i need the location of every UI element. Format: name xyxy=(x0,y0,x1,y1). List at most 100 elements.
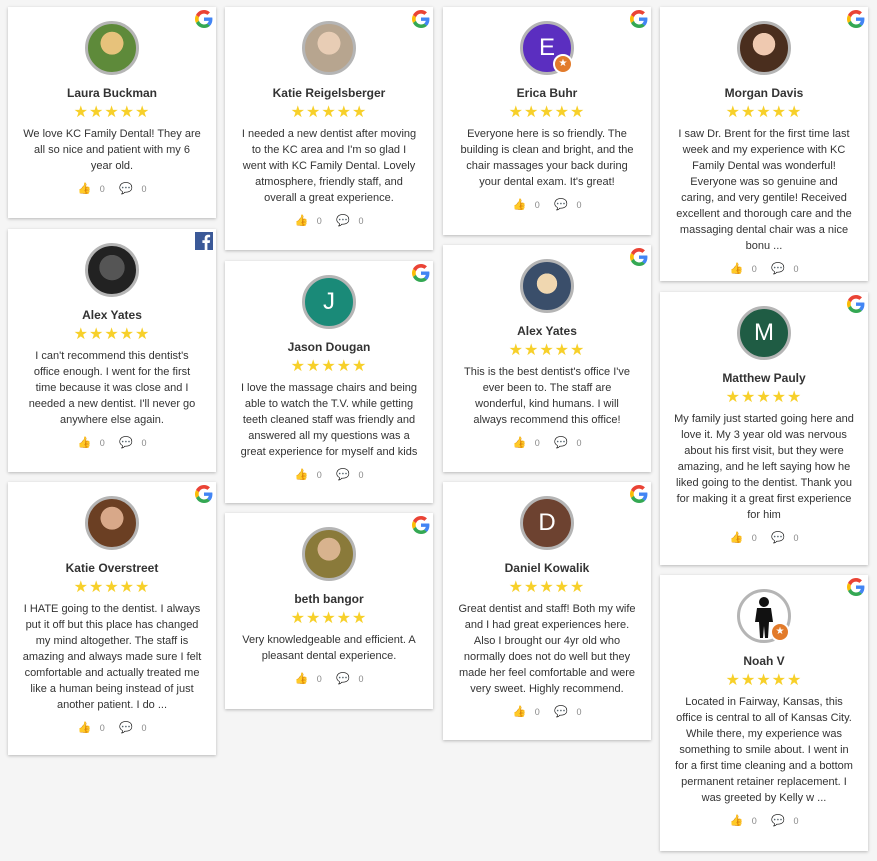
thumbs-up-icon[interactable]: 👍 xyxy=(295,673,309,685)
review-card: Alex Yates ★★★★★ This is the best dentis… xyxy=(443,245,651,472)
reviewer-name: Erica Buhr xyxy=(516,86,578,100)
avatar: D xyxy=(520,496,574,550)
comment-bubble-icon[interactable]: 💬 xyxy=(336,469,350,481)
facebook-f-icon[interactable] xyxy=(195,232,213,250)
star-rating: ★★★★★ xyxy=(725,672,803,689)
review-text: We love KC Family Dental! They are all s… xyxy=(23,128,201,172)
avatar: E ★ xyxy=(520,21,574,75)
google-g-icon[interactable] xyxy=(630,485,648,503)
comment-bubble-icon[interactable]: 💬 xyxy=(771,263,785,275)
reviewer-name: Noah V xyxy=(743,654,785,668)
google-g-icon[interactable] xyxy=(630,10,648,28)
thumbs-up-icon[interactable]: 👍 xyxy=(513,437,527,449)
star-rating: ★★★★★ xyxy=(508,579,586,596)
review-text: I love the massage chairs and being able… xyxy=(240,382,418,458)
star-rating: ★★★★★ xyxy=(73,579,151,596)
review-meta: 👍 0 💬 0 xyxy=(512,706,582,718)
thumbs-up-icon[interactable]: 👍 xyxy=(78,722,92,734)
thumbs-up-icon[interactable]: 👍 xyxy=(295,215,309,227)
review-text: I saw Dr. Brent for the first time last … xyxy=(676,128,852,252)
review-meta: 👍 0 💬 0 xyxy=(77,437,147,449)
google-g-icon[interactable] xyxy=(630,248,648,266)
review-card: Morgan Davis ★★★★★ I saw Dr. Brent for t… xyxy=(660,7,868,281)
review-card: beth bangor ★★★★★ Very knowledgeable and… xyxy=(225,513,433,709)
google-g-icon[interactable] xyxy=(847,10,865,28)
star-rating: ★★★★★ xyxy=(290,104,368,121)
google-g-icon[interactable] xyxy=(412,10,430,28)
review-text: Very knowledgeable and efficient. A plea… xyxy=(242,634,416,662)
review-text: I needed a new dentist after moving to t… xyxy=(241,128,417,204)
reviewer-name: Daniel Kowalik xyxy=(504,561,590,575)
thumbs-up-icon[interactable]: 👍 xyxy=(730,263,744,275)
avatar: M xyxy=(737,306,791,360)
star-rating: ★★★★★ xyxy=(290,610,368,627)
review-meta: 👍 0 💬 0 xyxy=(294,469,364,481)
reviewer-name: Laura Buckman xyxy=(66,86,158,100)
review-meta: 👍 0 💬 0 xyxy=(77,183,147,195)
review-text: My family just started going here and lo… xyxy=(674,413,854,521)
avatar xyxy=(737,21,791,75)
review-text: Located in Fairway, Kansas, this office … xyxy=(675,696,853,804)
star-rating: ★★★★★ xyxy=(73,326,151,343)
thumbs-up-icon[interactable]: 👍 xyxy=(78,437,92,449)
review-text: This is the best dentist's office I've e… xyxy=(463,366,631,426)
review-card: J Jason Dougan ★★★★★ I love the massage … xyxy=(225,261,433,503)
review-card: D Daniel Kowalik ★★★★★ Great dentist and… xyxy=(443,482,651,740)
avatar: ★ xyxy=(737,589,791,643)
star-rating: ★★★★★ xyxy=(725,389,803,406)
google-g-icon[interactable] xyxy=(847,295,865,313)
review-card: ★ Noah V ★★★★★ Located in Fairway, Kansa… xyxy=(660,575,868,851)
comment-bubble-icon[interactable]: 💬 xyxy=(336,673,350,685)
review-text: Great dentist and staff! Both my wife an… xyxy=(458,603,636,695)
thumbs-up-icon[interactable]: 👍 xyxy=(513,706,527,718)
avatar xyxy=(302,21,356,75)
google-g-icon[interactable] xyxy=(195,10,213,28)
comment-bubble-icon[interactable]: 💬 xyxy=(119,437,133,449)
review-card: E ★ Erica Buhr ★★★★★ Everyone here is so… xyxy=(443,7,651,235)
comment-bubble-icon[interactable]: 💬 xyxy=(119,722,133,734)
thumbs-up-icon[interactable]: 👍 xyxy=(513,199,527,211)
google-g-icon[interactable] xyxy=(412,264,430,282)
star-rating: ★★★★★ xyxy=(73,104,151,121)
star-rating: ★★★★★ xyxy=(290,358,368,375)
review-meta: 👍 0 💬 0 xyxy=(512,437,582,449)
comment-bubble-icon[interactable]: 💬 xyxy=(336,215,350,227)
review-card: Laura Buckman ★★★★★ We love KC Family De… xyxy=(8,7,216,218)
google-g-icon[interactable] xyxy=(847,578,865,596)
review-meta: 👍 0 💬 0 xyxy=(512,199,582,211)
comment-bubble-icon[interactable]: 💬 xyxy=(119,183,133,195)
review-text: I HATE going to the dentist. I always pu… xyxy=(22,603,202,711)
google-g-icon[interactable] xyxy=(412,516,430,534)
comment-bubble-icon[interactable]: 💬 xyxy=(771,815,785,827)
avatar xyxy=(85,496,139,550)
review-meta: 👍 0 💬 0 xyxy=(294,673,364,685)
comment-bubble-icon[interactable]: 💬 xyxy=(554,437,568,449)
google-g-icon[interactable] xyxy=(195,485,213,503)
avatar xyxy=(85,21,139,75)
star-rating: ★★★★★ xyxy=(508,342,586,359)
avatar xyxy=(85,243,139,297)
thumbs-up-icon[interactable]: 👍 xyxy=(730,815,744,827)
avatar: J xyxy=(302,275,356,329)
review-text: I can't recommend this dentist's office … xyxy=(28,350,196,426)
thumbs-up-icon[interactable]: 👍 xyxy=(730,532,744,544)
comment-bubble-icon[interactable]: 💬 xyxy=(554,706,568,718)
comment-bubble-icon[interactable]: 💬 xyxy=(771,532,785,544)
reviewer-name: Matthew Pauly xyxy=(722,371,806,385)
comment-bubble-icon[interactable]: 💬 xyxy=(554,199,568,211)
review-meta: 👍 0 💬 0 xyxy=(294,215,364,227)
reviewer-name: Alex Yates xyxy=(82,308,142,322)
review-meta: 👍 0 💬 0 xyxy=(729,263,799,275)
review-meta: 👍 0 💬 0 xyxy=(77,722,147,734)
avatar xyxy=(302,527,356,581)
reviewer-name: Jason Dougan xyxy=(287,340,371,354)
review-card: Alex Yates ★★★★★ I can't recommend this … xyxy=(8,229,216,472)
reviewer-name: Morgan Davis xyxy=(724,86,804,100)
thumbs-up-icon[interactable]: 👍 xyxy=(78,183,92,195)
local-guide-badge-icon: ★ xyxy=(770,622,790,642)
review-card: M Matthew Pauly ★★★★★ My family just sta… xyxy=(660,292,868,565)
review-card: Katie Overstreet ★★★★★ I HATE going to t… xyxy=(8,482,216,755)
reviewer-name: Katie Reigelsberger xyxy=(272,86,386,100)
thumbs-up-icon[interactable]: 👍 xyxy=(295,469,309,481)
local-guide-badge-icon: ★ xyxy=(553,54,573,74)
